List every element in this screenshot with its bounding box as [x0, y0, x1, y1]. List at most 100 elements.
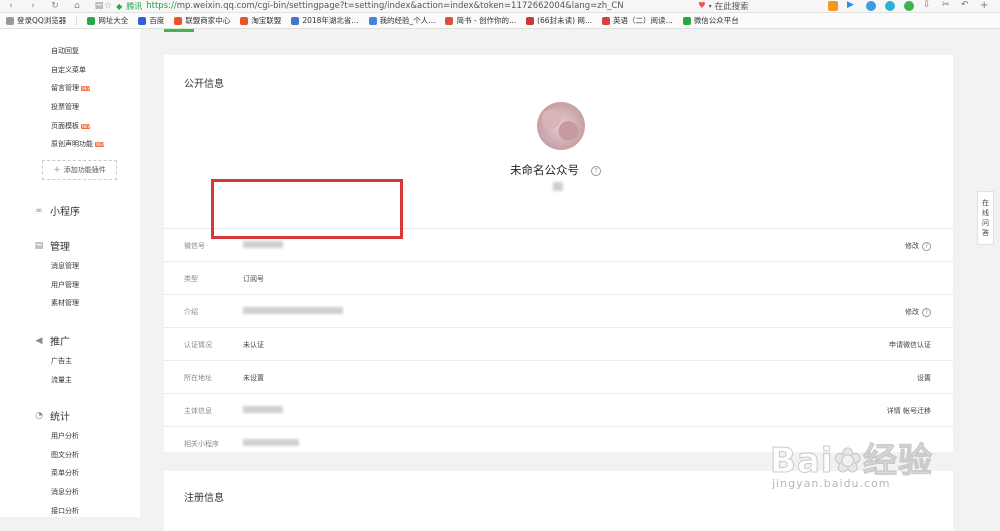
video-icon[interactable]: [828, 1, 838, 11]
home-icon[interactable]: ⌂: [72, 1, 82, 11]
sidebar-item[interactable]: 自定义菜单: [51, 65, 86, 75]
sidebar-item[interactable]: 留言管理 NEW: [51, 83, 92, 93]
bookmark-label: 登录QQ浏览器: [17, 16, 67, 25]
sidebar-item[interactable]: 广告主: [51, 356, 72, 366]
info-row-value: [243, 241, 283, 250]
sidebar-section-header[interactable]: ∞ 小程序: [34, 203, 80, 219]
add-plugin-button[interactable]: + 添加功能插件: [42, 160, 117, 180]
sidebar-section-header[interactable]: ◔ 统计: [34, 408, 70, 424]
sidebar-section-title: 统计: [50, 412, 70, 423]
sidebar-item-label: 留言管理: [51, 84, 79, 92]
url-text[interactable]: https://mp.weixin.qq.com/cgi-bin/setting…: [146, 1, 623, 11]
info-row-value: [243, 406, 283, 415]
help-icon[interactable]: ?: [591, 165, 601, 176]
info-row-label: 所在地址: [184, 374, 212, 382]
sidebar-section-title: 管理: [50, 242, 70, 253]
sidebar-item-label: 原创声明功能: [51, 140, 93, 148]
info-row-action[interactable]: 详情 帐号迁移: [887, 406, 931, 416]
sidebar-item[interactable]: 菜单分析: [51, 468, 79, 478]
bookmark-item[interactable]: 百度: [138, 15, 164, 26]
sidebar-item[interactable]: 自动回复: [51, 46, 79, 56]
plus-icon[interactable]: +: [980, 1, 990, 11]
sidebar-item[interactable]: 图文分析: [51, 450, 79, 460]
sidebar-section-header[interactable]: ◀ 推广: [34, 333, 70, 349]
bookmark-item[interactable]: 2018年湖北省...: [291, 15, 359, 26]
sidebar-item[interactable]: 流量主: [51, 375, 72, 385]
info-row-action[interactable]: 申请微信认证: [889, 340, 931, 350]
info-row-label: 相关小程序: [184, 440, 219, 448]
dropdown-icon[interactable]: ▾: [709, 3, 712, 10]
sidebar-section-header[interactable]: ▤ 管理: [34, 238, 70, 254]
watermark-text: Bai: [770, 441, 834, 482]
bookmark-item[interactable]: 简书 - 创作你的...: [445, 15, 516, 26]
browser-search[interactable]: ♥ ▾ 在此搜索: [698, 0, 749, 12]
info-row: 认证情况 未认证 申请微信认证: [164, 327, 953, 360]
online-qa-button[interactable]: 在线问答: [977, 191, 994, 245]
info-row-value: [243, 439, 299, 448]
sidebar-item[interactable]: 页面模板 NEW: [51, 121, 92, 131]
page: + 添加功能插件 自动回复 自定义菜单 留言管理 NEW 投票管理 页面模板 NEW 原创声明…: [0, 29, 1000, 531]
back-icon[interactable]: ‹: [6, 1, 16, 11]
bookmark-item[interactable]: 英语（二）阅读...: [602, 15, 673, 26]
bookmark-item[interactable]: (66封未读) 网...: [526, 15, 592, 26]
bookmark-item[interactable]: 联盟商家中心: [174, 15, 230, 26]
help-icon[interactable]: ?: [922, 307, 931, 317]
bookmark-item[interactable]: 我的经验_个人...: [368, 15, 435, 26]
reader-icon[interactable]: ▤: [94, 1, 104, 11]
info-row-value: 未认证: [243, 341, 264, 349]
info-row-action-label[interactable]: 设置: [917, 373, 931, 383]
new-badge: NEW: [81, 123, 92, 129]
search-engine-icon: ♥: [698, 1, 706, 11]
info-row-action[interactable]: 修改?: [905, 307, 931, 317]
address-bar[interactable]: ☆ ◆ 腾讯 https://mp.weixin.qq.com/cgi-bin/…: [104, 0, 704, 12]
info-row-action-label[interactable]: 修改: [905, 307, 919, 317]
new-badge: NEW: [81, 85, 92, 91]
refresh-icon[interactable]: ↻: [50, 1, 60, 11]
register-info-title: 注册信息: [184, 493, 224, 504]
sidebar-item[interactable]: 原创声明功能 NEW: [51, 139, 105, 149]
bookmark-label: (66封未读) 网...: [537, 16, 593, 25]
sidebar-item[interactable]: 用户管理: [51, 280, 79, 290]
extension-blue-icon[interactable]: [866, 1, 876, 11]
sidebar-item[interactable]: 消息分析: [51, 487, 79, 497]
scissors-icon[interactable]: ✂: [942, 1, 952, 11]
bookmark-favicon-icon: [602, 16, 611, 25]
account-avatar[interactable]: [537, 102, 585, 150]
info-row-action[interactable]: 修改?: [905, 241, 931, 251]
help-icon[interactable]: ?: [922, 241, 931, 251]
info-row-action-label[interactable]: 修改: [905, 241, 919, 251]
sidebar-item[interactable]: 用户分析: [51, 431, 79, 441]
plus-icon: +: [53, 165, 61, 175]
search-placeholder[interactable]: 在此搜索: [715, 0, 749, 12]
bookmark-favicon-icon: [445, 16, 454, 25]
info-row-action-label[interactable]: 详情 帐号迁移: [887, 406, 931, 416]
chat-icon[interactable]: [904, 1, 914, 11]
forward-icon[interactable]: ›: [28, 1, 38, 11]
sidebar-item[interactable]: 投票管理: [51, 102, 79, 112]
bookmark-separator: [76, 15, 78, 26]
info-row-value: 未设置: [243, 374, 264, 382]
bookmark-favicon-icon: [291, 16, 300, 25]
play-icon[interactable]: ▶: [847, 1, 857, 11]
browser-toolbar: ‹ › ↻ ⌂ ▤ ☆ ◆ 腾讯 https://mp.weixin.qq.co…: [0, 0, 1000, 13]
bookmark-favicon-icon: [138, 16, 147, 25]
bookmark-favicon-icon: [240, 16, 249, 25]
info-row-action[interactable]: 设置: [917, 373, 931, 383]
info-row-action-label[interactable]: 申请微信认证: [889, 340, 931, 350]
download-icon[interactable]: ⇩: [923, 1, 933, 11]
sidebar-item[interactable]: 消息管理: [51, 261, 79, 271]
bookmark-item[interactable]: 登录QQ浏览器: [6, 15, 66, 26]
sidebar-item[interactable]: 素材管理: [51, 298, 79, 308]
bookmark-item[interactable]: 微信公众平台: [682, 15, 739, 26]
bookmark-item[interactable]: 淘宝联盟: [240, 15, 281, 26]
online-qa-char: 线: [982, 209, 989, 217]
bookmark-item[interactable]: 网址大全: [87, 15, 128, 26]
undo-icon[interactable]: ↶: [961, 1, 971, 11]
public-info-title: 公开信息: [184, 79, 224, 90]
sidebar-section-title: 推广: [50, 337, 70, 348]
extension-cyan-icon[interactable]: [885, 1, 895, 11]
sidebar-item[interactable]: 接口分析: [51, 506, 79, 516]
star-icon[interactable]: ☆: [104, 1, 112, 11]
bookmarks-bar: 登录QQ浏览器 网址大全 百度 联盟商家中心 淘宝联盟 2018年湖北省... 我的经验_个…: [0, 13, 1000, 29]
online-qa-char: 问: [982, 219, 989, 227]
